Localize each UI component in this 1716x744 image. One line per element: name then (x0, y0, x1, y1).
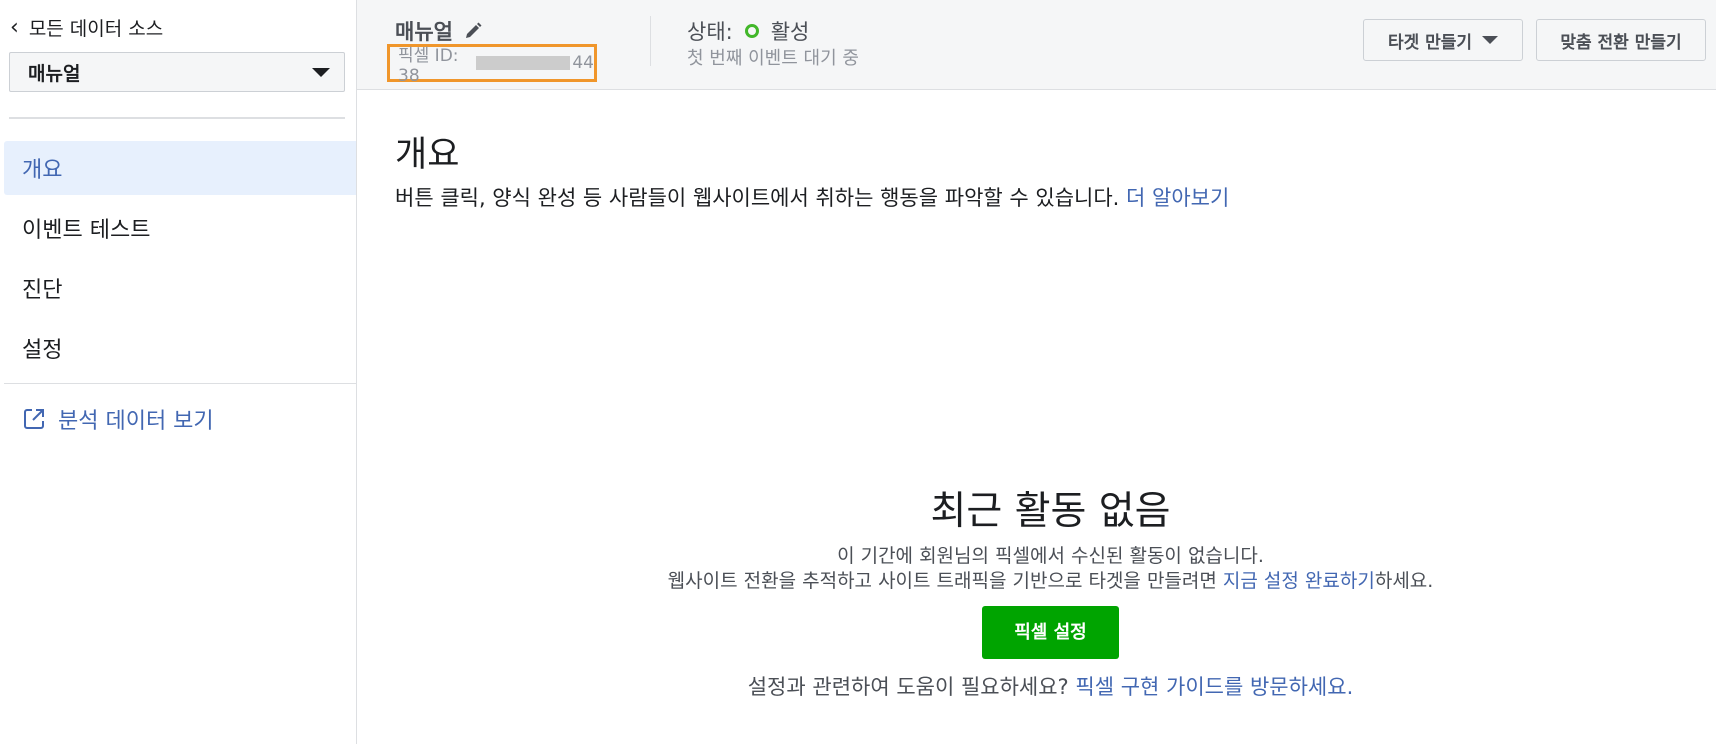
status-value: 활성 (770, 20, 810, 44)
sidebar-item-overview[interactable]: 개요 (4, 141, 356, 195)
status-line: 상태: 활성 (687, 16, 809, 46)
empty-state-title: 최근 활동 없음 (930, 489, 1171, 534)
help-prefix: 설정과 관련하여 도움이 필요하세요? (747, 675, 1076, 699)
sidebar-divider (9, 117, 345, 119)
implementation-guide-link[interactable]: 픽셀 구현 가이드를 방문하세요. (1075, 675, 1353, 699)
status-label: 상태: (687, 20, 733, 44)
back-link-label: 모든 데이터 소스 (28, 18, 164, 40)
view-analytics-label: 분석 데이터 보기 (58, 409, 214, 434)
caret-down-icon (312, 67, 330, 77)
empty-state: 최근 활동 없음 이 기간에 회원님의 픽셀에서 수신된 활동이 없습니다. 웹… (357, 480, 1716, 701)
caret-down-icon (1482, 36, 1499, 44)
pixel-id-prefix: 픽셀 ID: 38 (398, 45, 459, 86)
back-to-data-sources-link[interactable]: ‹ 모든 데이터 소스 (10, 14, 163, 41)
empty-state-line1: 이 기간에 회원님의 픽셀에서 수신된 활동이 없습니다. (837, 545, 1264, 567)
description-text: 버튼 클릭, 양식 완성 등 사람들이 웹사이트에서 취하는 행동을 파악할 수… (395, 186, 1120, 210)
create-audience-label: 타겟 만들기 (1387, 32, 1473, 53)
learn-more-link[interactable]: 더 알아보기 (1126, 186, 1229, 210)
page-description: 버튼 클릭, 양식 완성 등 사람들이 웹사이트에서 취하는 행동을 파악할 수… (395, 182, 1229, 212)
sidebar-item-settings[interactable]: 설정 (4, 321, 356, 375)
pixel-header: 매뉴얼 픽셀 ID: 38 44 상태: 활성 첫 번째 이벤트 대기 중 타겟… (357, 0, 1716, 90)
create-custom-conversion-label: 맞춤 전환 만들기 (1560, 32, 1682, 53)
sidebar: ‹ 모든 데이터 소스 매뉴얼 개요 이벤트 테스트 진단 설정 분석 데이터 … (0, 0, 357, 744)
empty-state-line2-suffix: 하세요. (1374, 570, 1434, 592)
external-link-icon (24, 409, 44, 429)
status-subtext: 첫 번째 이벤트 대기 중 (687, 48, 859, 69)
create-audience-button[interactable]: 타겟 만들기 (1363, 19, 1523, 61)
pixel-id-suffix: 44 (572, 53, 594, 73)
header-divider (650, 16, 651, 66)
view-analytics-link[interactable]: 분석 데이터 보기 (22, 403, 214, 435)
sidebar-divider (4, 383, 357, 384)
main-content: 개요 버튼 클릭, 양식 완성 등 사람들이 웹사이트에서 취하는 행동을 파악… (357, 90, 1716, 744)
create-custom-conversion-button[interactable]: 맞춤 전환 만들기 (1536, 19, 1706, 61)
pixel-id: 픽셀 ID: 38 44 (387, 44, 597, 86)
empty-state-line2-prefix: 웹사이트 전환을 추적하고 사이트 트래픽을 기반으로 타겟을 만들려면 (667, 570, 1223, 592)
redacted-block (475, 56, 571, 70)
setup-pixel-button[interactable]: 픽셀 설정 (982, 606, 1119, 659)
data-source-select-value: 매뉴얼 (28, 62, 81, 85)
sidebar-item-label: 이벤트 테스트 (22, 218, 151, 243)
chevron-left-icon: ‹ (10, 15, 19, 40)
sidebar-item-label: 설정 (22, 338, 63, 363)
page-title: 개요 (395, 135, 460, 175)
sidebar-item-label: 진단 (22, 278, 63, 303)
status-active-icon (744, 24, 759, 38)
complete-setup-link[interactable]: 지금 설정 완료하기 (1223, 570, 1375, 592)
empty-state-line2: 웹사이트 전환을 추적하고 사이트 트래픽을 기반으로 타겟을 만들려면 지금 … (357, 569, 1716, 594)
help-line: 설정과 관련하여 도움이 필요하세요? 픽셀 구현 가이드를 방문하세요. (357, 671, 1716, 701)
sidebar-item-test-events[interactable]: 이벤트 테스트 (4, 201, 356, 255)
pencil-icon[interactable] (463, 21, 483, 41)
sidebar-item-label: 개요 (22, 158, 63, 183)
data-source-select[interactable]: 매뉴얼 (9, 52, 345, 92)
sidebar-item-diagnostics[interactable]: 진단 (4, 261, 356, 315)
